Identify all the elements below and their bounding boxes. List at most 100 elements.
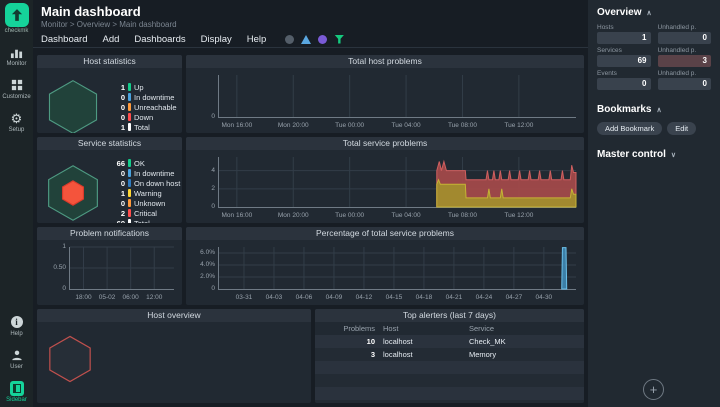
main-area: Main dashboard Monitor > Overview > Main… [33,0,588,407]
host-problems-chart[interactable]: Mon 16:00 Mon 20:00 Tue 00:00 Tue 04:00 Tue … [186,68,584,133]
edit-bookmarks-button[interactable]: Edit [667,122,697,135]
service-statistics-hexagon[interactable] [37,162,109,223]
sidebar-item-label: User [10,364,23,370]
host-statistics-hexagon[interactable] [37,77,109,133]
service-problems-chart[interactable]: Mon 16:00 Mon 20:00 Tue 00:00 Tue 04:00 Tue … [186,150,584,223]
legend-row[interactable]: 0 Down [109,113,182,122]
panel-title: Percentage of total service problems [186,227,584,240]
breadcrumb: Monitor > Overview > Main dashboard [41,20,177,29]
circle-icon[interactable] [285,34,295,44]
logo-label: checkmk [4,28,29,34]
table-row-empty [315,400,584,403]
add-snapin-button[interactable]: + [643,379,664,400]
sidebar-item-label: Customize [2,94,31,100]
warning-triangle-icon[interactable] [301,34,312,44]
table-row-empty [315,374,584,387]
table-header: Problems Host Service [343,324,495,333]
menu-display[interactable]: Display [201,34,232,45]
legend-row[interactable]: 66 OK [109,159,182,168]
add-bookmark-button[interactable]: Add Bookmark [597,122,663,135]
hosts-count[interactable]: 1 [597,32,651,44]
info-icon: i [10,315,24,329]
panel-title: Host overview [37,309,311,322]
checkmk-logo[interactable] [4,3,29,27]
snapin-title: Overview [597,7,642,18]
legend-row[interactable]: 1 Total [109,123,182,132]
panel-top-alerters: Top alerters (last 7 days) Problems Host… [315,309,584,403]
legend-row[interactable]: 1 Warning [109,189,182,198]
panel-host-overview: Host overview [37,309,311,403]
panel-host-statistics: Host statistics 1 Up 0 In downtime 0 Unreac… [37,55,182,133]
legend-row[interactable]: 0 Unreachable [109,103,182,112]
page-title: Main dashboard [41,4,141,19]
legend-row[interactable]: 0 On down host [109,179,182,188]
snapin-master-control-header[interactable]: Master control ∨ [597,149,711,160]
sidebar-item-customize[interactable]: Customize [2,78,31,100]
unhandled-host-problems-count[interactable]: 0 [657,32,711,44]
legend-row[interactable]: 0 In downtime [109,169,182,178]
chevron-down-icon: ∨ [670,151,677,159]
panel-service-problems-percentage: Percentage of total service problems 03-… [186,227,584,305]
unhandled-service-problems-count[interactable]: 3 [657,55,711,67]
panel-title: Top alerters (last 7 days) [315,309,584,322]
field-label: Unhandled p. [657,70,697,77]
events-count[interactable]: 0 [597,78,651,90]
panel-title: Host statistics [37,55,182,68]
legend-row[interactable]: 0 In downtime [109,93,182,102]
sidebar-item-label: Setup [8,127,25,133]
gear-icon: ⚙ [10,110,23,126]
filter-icon[interactable] [334,34,345,44]
table-row[interactable]: 10 localhost Check_MK [315,335,584,348]
panel-title: Total service problems [186,137,584,150]
chevron-up-icon: ∧ [656,106,662,114]
page-header: Main dashboard Monitor > Overview > Main… [33,0,588,29]
sidebar-item-monitor[interactable]: Monitor [6,45,27,67]
chevron-up-icon: ∧ [646,9,652,17]
legend-row[interactable]: 1 Up [109,83,182,92]
unhandled-events-count[interactable]: 0 [657,78,711,90]
panel-title: Problem notifications [37,227,182,240]
panel-total-service-problems: Total service problems Mon 16:00 Mon 20:0… [186,137,584,223]
sidebar-item-help[interactable]: i Help [10,315,24,337]
menu-help[interactable]: Help [247,34,267,45]
sidebar-item-label: Monitor [6,61,27,67]
overview-grid: Hosts 1 Unhandled p. 0 Services 69 Unhan… [597,24,711,90]
field-label: Hosts [597,24,614,31]
snapin-title: Bookmarks [597,104,652,115]
host-overview-hexagon[interactable] [46,332,94,386]
dashboard: Host statistics 1 Up 0 In downtime 0 Unreac… [33,44,588,407]
legend-row[interactable]: 2 Critical [109,209,182,218]
right-sidebar: Overview ∧ Hosts 1 Unhandled p. 0 Servic… [588,0,720,407]
sidebar-item-user[interactable]: User [10,348,24,370]
panel-title: Service statistics [37,137,182,150]
top-alerters-table: Problems Host Service 10 localhost Check… [315,322,584,403]
notifications-chart[interactable]: 18:00 05-02 06:00 12:00 0 0.50 1 [37,240,182,305]
field-label: Events [597,70,617,77]
panel-title: Total host problems [186,55,584,68]
host-statistics-legend: 1 Up 0 In downtime 0 Unreachable 0 Down 1 Tot… [109,83,182,132]
sidebar-toggle[interactable]: Sidebar [6,380,27,403]
sidebar-item-label: Sidebar [6,397,27,403]
sidebar-item-label: Help [10,331,23,337]
legend-row[interactable]: 0 Unknown [109,199,182,208]
menu-add[interactable]: Add [102,34,119,45]
service-percentage-chart[interactable]: 03-31 04-03 04-06 04-09 04-12 04-15 04-18 04-21… [186,240,584,305]
grid-icon [10,78,24,92]
snapin-overview-header[interactable]: Overview ∧ [597,7,711,18]
snapin-bookmarks-header[interactable]: Bookmarks ∧ [597,104,711,115]
service-statistics-legend: 66 OK 0 In downtime 0 On down host 1 Warning… [109,159,182,223]
table-row[interactable]: 3 localhost Memory [315,348,584,361]
checkmk-logo-icon [11,9,22,21]
user-icon [10,348,24,362]
menu-dashboard[interactable]: Dashboard [41,34,87,45]
snapin-title: Master control [597,149,666,160]
menu-dashboards[interactable]: Dashboards [134,34,185,45]
legend-row[interactable]: 69 Total [109,219,182,223]
field-label: Unhandled p. [657,24,697,31]
panel-problem-notifications: Problem notifications 18:00 05-02 06:00 12:… [37,227,182,305]
sidebar-item-setup[interactable]: ⚙ Setup [8,110,25,134]
purple-badge-icon[interactable] [318,34,328,44]
sidebar-toggle-icon [9,380,24,396]
left-sidebar: checkmk Monitor Customize ⚙ Setup i Help… [0,0,33,407]
services-count[interactable]: 69 [597,55,651,67]
